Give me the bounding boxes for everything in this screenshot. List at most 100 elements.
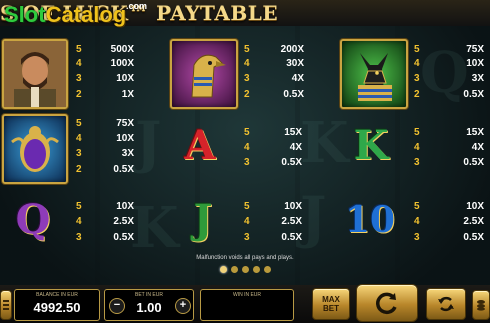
pay-count: 5 [244,201,250,212]
pay-multiplier: 0.5X [281,232,302,243]
bet-increase-button[interactable]: + [175,298,191,314]
pay-count: 3 [244,73,250,84]
page-dot[interactable] [242,266,249,273]
pay-multiplier: 3X [471,73,484,84]
pay-multiplier: 4X [471,142,484,153]
pay-multiplier: 0.5X [283,89,304,100]
pay-multiplier: 30X [286,58,304,69]
pay-multiplier: 1X [121,89,134,100]
watermark-slot: Slot [4,2,46,27]
symbol-letter: K [353,122,389,169]
pay-count: 3 [76,232,82,243]
pay-count: 4 [244,216,250,227]
explorer-symbol [2,39,68,109]
pay-multiplier: 15X [284,127,302,138]
pay-count: 3 [244,157,250,168]
symbol-letter: A [184,122,216,169]
pay-count: 3 [76,148,82,159]
bg-letter: K [300,110,349,176]
autoplay-icon [438,296,454,312]
pay-multiplier: 0.5X [113,164,134,175]
menu-icon [3,300,9,310]
bg-letter: K [130,195,179,261]
pay-multiplier: 75X [116,118,134,129]
pay-count: 4 [76,58,82,69]
coins-icon [477,300,485,311]
pay-multiplier: 15X [466,127,484,138]
pay-multiplier: 200X [280,44,304,55]
bg-letter: J [135,110,162,176]
ten-symbol: 10 [340,196,400,244]
symbol-letter: J [193,196,213,243]
watermark-catalog: Catalog [45,2,127,27]
j-symbol: J [178,196,228,244]
pay-count: 4 [414,58,420,69]
pay-multiplier: 10X [116,73,134,84]
pay-count: 2 [76,164,82,175]
pay-count: 4 [244,142,250,153]
pay-count: 5 [244,127,250,138]
a-symbol: A [175,122,225,170]
pay-multiplier: 0.5X [463,89,484,100]
balance-panel: BALANCE IN EUR 4992.50 [14,289,100,321]
menu-button[interactable] [0,290,12,320]
max-bet-button[interactable]: MAX BET [312,288,350,320]
page-dot[interactable] [231,266,238,273]
k-symbol: K [346,122,396,170]
pay-multiplier: 0.5X [463,232,484,243]
pay-multiplier: 75X [466,44,484,55]
symbol-letter: 10 [344,199,396,241]
symbol-letter: Q [15,196,51,243]
pay-count: 2 [414,89,420,100]
watermark-logo: SlotCatalog .com [4,1,154,38]
pay-multiplier: 500X [110,44,134,55]
pay-multiplier: 2.5X [113,216,134,227]
pay-count: 3 [414,157,420,168]
bg-letter: J [300,185,327,251]
pay-count: 5 [414,127,420,138]
pay-count: 3 [244,232,250,243]
spin-button[interactable] [356,284,418,322]
autoplay-button[interactable] [426,288,466,320]
balance-value: 4992.50 [33,300,81,315]
win-label: WIN IN EUR [232,292,262,298]
pay-multiplier: 10X [466,58,484,69]
pay-count: 3 [414,232,420,243]
max-bet-label-bottom: BET [323,304,339,313]
pay-count: 5 [76,201,82,212]
settings-button[interactable] [472,290,490,320]
q-symbol: Q [8,196,58,244]
page-dot[interactable] [253,266,260,273]
pay-count: 2 [244,89,250,100]
pay-multiplier: 3X [121,148,134,159]
watermark-com: .com [126,1,148,11]
page-dot[interactable] [220,266,227,273]
pay-multiplier: 2.5X [281,216,302,227]
pay-count: 4 [244,58,250,69]
pay-count: 2 [76,89,82,100]
pay-count: 5 [414,44,420,55]
pay-count: 4 [76,216,82,227]
pay-multiplier: 4X [291,73,304,84]
pay-multiplier: 10X [116,201,134,212]
pay-count: 4 [414,216,420,227]
bet-decrease-button[interactable]: − [109,298,125,314]
pay-multiplier: 10X [284,201,302,212]
pay-multiplier: 100X [110,58,134,69]
pay-count: 5 [76,44,82,55]
scarab-symbol [2,114,68,184]
balance-label: BALANCE IN EUR [36,292,78,298]
pay-multiplier: 0.5X [281,157,302,168]
pay-count: 4 [76,133,82,144]
pay-count: 4 [414,142,420,153]
pay-multiplier: 0.5X [463,157,484,168]
pay-count: 5 [76,118,82,129]
page-dot[interactable] [264,266,271,273]
anubis-symbol [340,39,408,109]
pay-count: 5 [244,44,250,55]
pay-multiplier: 0.5X [113,232,134,243]
pay-multiplier: 10X [116,133,134,144]
pay-count: 5 [414,201,420,212]
max-bet-label-top: MAX [322,295,340,304]
spin-icon [376,292,397,315]
